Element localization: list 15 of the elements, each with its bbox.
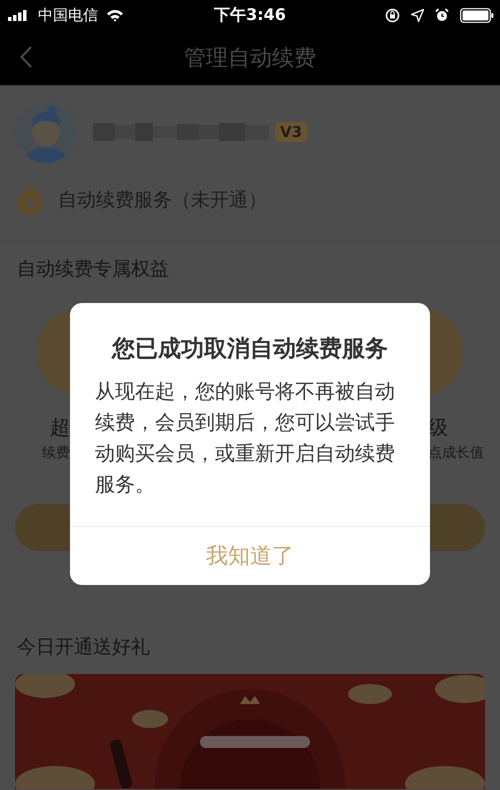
money-bag-icon [15, 184, 45, 216]
carrier-name: 中国电信 [38, 6, 98, 24]
avatar [15, 101, 77, 163]
dialog-title: 您已成功取消自动续费服务 [112, 335, 388, 364]
rotation-lock-icon [385, 8, 400, 22]
back-icon[interactable] [20, 46, 32, 68]
alarm-icon [435, 8, 449, 22]
dialog-message: 从现在起，您的账号将不再被自动续费，会员到期后，您可以尝试手动购买会员，或重新开启自动续费服务。 [95, 378, 396, 498]
page-title: 管理自动续费 [184, 44, 316, 72]
confirm-button[interactable]: 我知道了 [70, 527, 430, 585]
level-badge: V3 [275, 122, 308, 142]
battery-icon [460, 8, 494, 22]
wifi-icon [106, 8, 124, 22]
clock-time: 下午3:46 [214, 4, 286, 26]
location-icon [411, 8, 424, 22]
